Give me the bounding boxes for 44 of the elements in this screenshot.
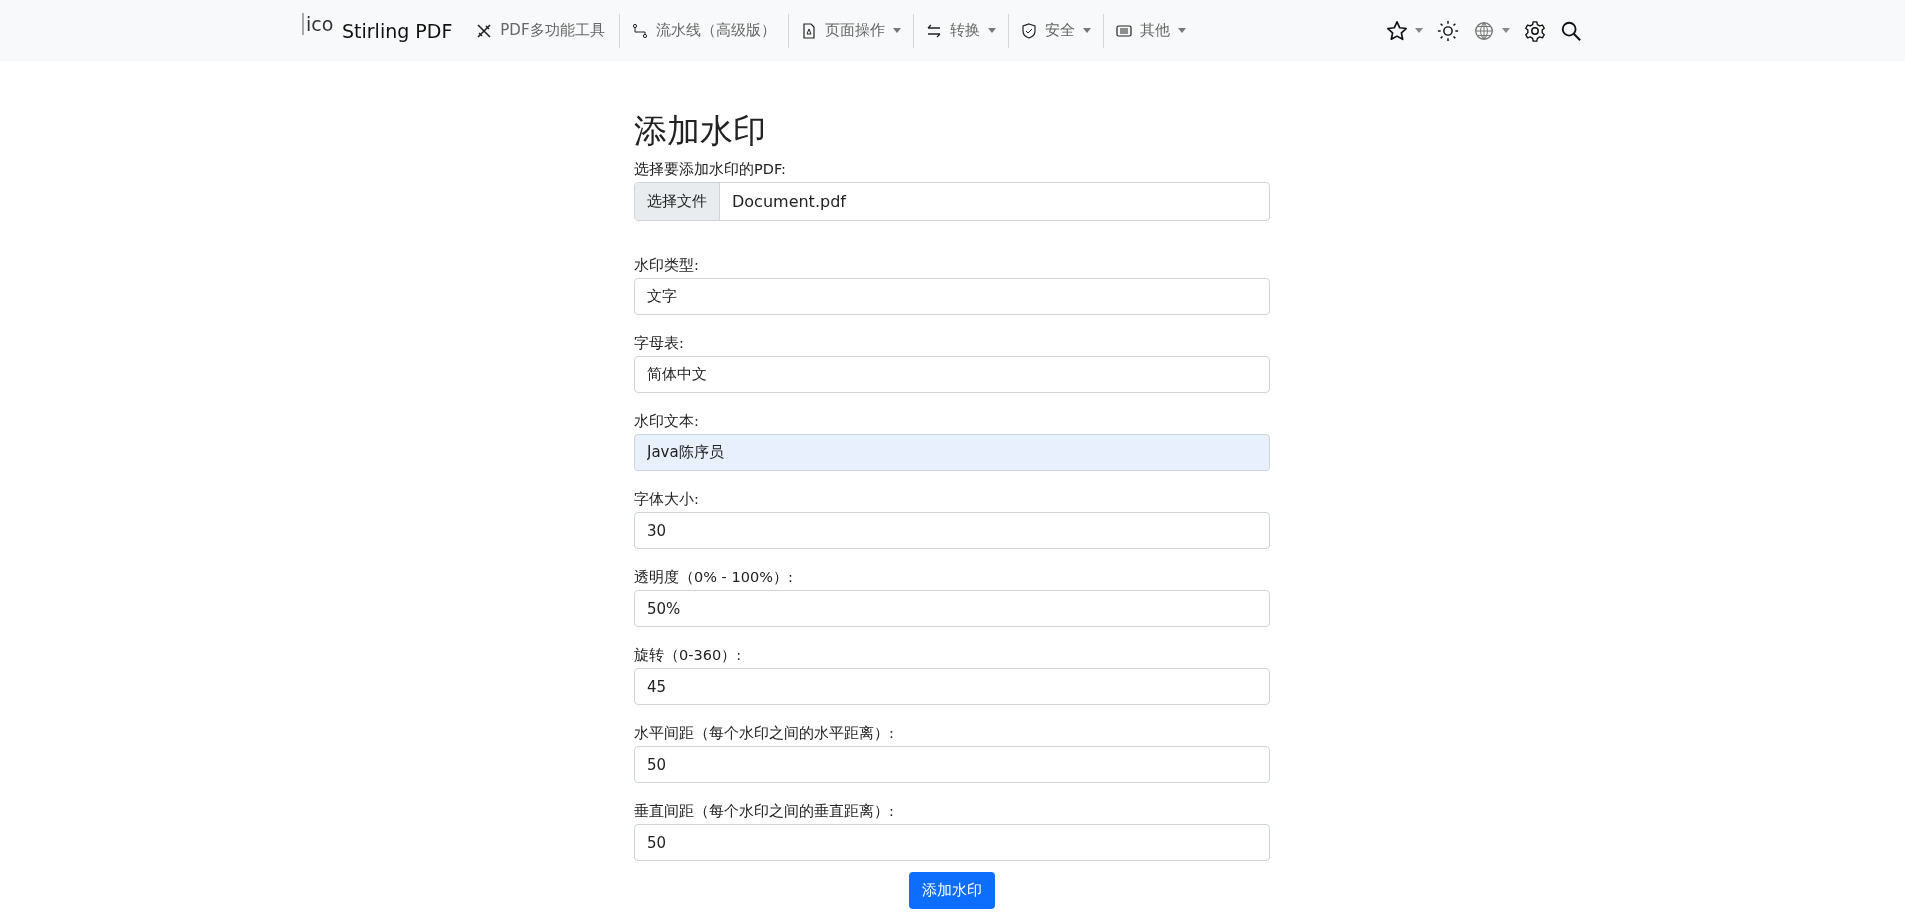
file-input[interactable]: 选择文件 Document.pdf [634, 182, 1270, 221]
caret-icon [1177, 28, 1186, 33]
list-icon [1115, 22, 1132, 39]
input-field[interactable]: 文字 [634, 278, 1270, 315]
field-label: 旋转（0-360）: [634, 646, 743, 665]
caret-icon[interactable] [1415, 28, 1423, 33]
nav-item[interactable]: 页面操作 [788, 15, 913, 46]
input-field[interactable]: 30 [634, 512, 1270, 549]
input-field[interactable]: 50 [634, 746, 1270, 783]
field-label: 透明度（0% - 100%）: [634, 568, 794, 587]
logo-image[interactable]: ico [302, 12, 342, 35]
input-field[interactable]: 50 [634, 824, 1270, 861]
pdf-file-icon [800, 22, 817, 39]
star-icon[interactable] [1386, 19, 1408, 42]
field-label: 水印类型: [634, 256, 700, 275]
nav-item[interactable]: PDF多功能工具 [464, 15, 619, 46]
field-label: 水平间距（每个水印之间的水平距离）: [634, 724, 895, 743]
field-label: 选择要添加水印的PDF: [634, 160, 787, 179]
caret-icon [892, 28, 901, 33]
caret-icon[interactable] [1502, 28, 1510, 33]
swap-arrows-icon [925, 22, 942, 39]
shield-check-icon [1020, 22, 1037, 39]
nav-item[interactable]: 流水线（高级版） [619, 15, 788, 46]
input-field[interactable]: 50% [634, 590, 1270, 627]
input-field[interactable]: 45 [634, 668, 1270, 705]
field-label: 字母表: [634, 334, 685, 353]
nav-item[interactable]: 安全 [1008, 15, 1103, 46]
field-label: 字体大小: [634, 490, 700, 509]
file-name: Document.pdf [731, 191, 846, 213]
input-field[interactable]: Java陈序员 [634, 434, 1270, 471]
caret-icon [987, 28, 996, 33]
tools-icon [476, 22, 493, 39]
caret-icon [1082, 28, 1091, 33]
page-title: 添加水印 [634, 110, 767, 152]
choose-file-button[interactable]: 选择文件 [635, 183, 720, 220]
field-label: 水印文本: [634, 412, 700, 431]
brand-link[interactable]: Stirling PDF [342, 19, 453, 42]
field-label: 垂直间距（每个水印之间的垂直距离）: [634, 802, 895, 821]
input-field[interactable]: 简体中文 [634, 356, 1270, 393]
nav-item[interactable]: 其他 [1103, 15, 1198, 46]
nav-item[interactable]: 转换 [913, 15, 1008, 46]
submit-button[interactable]: 添加水印 [909, 872, 995, 909]
globe-icon[interactable] [1473, 19, 1495, 42]
pipeline-icon [631, 22, 648, 39]
